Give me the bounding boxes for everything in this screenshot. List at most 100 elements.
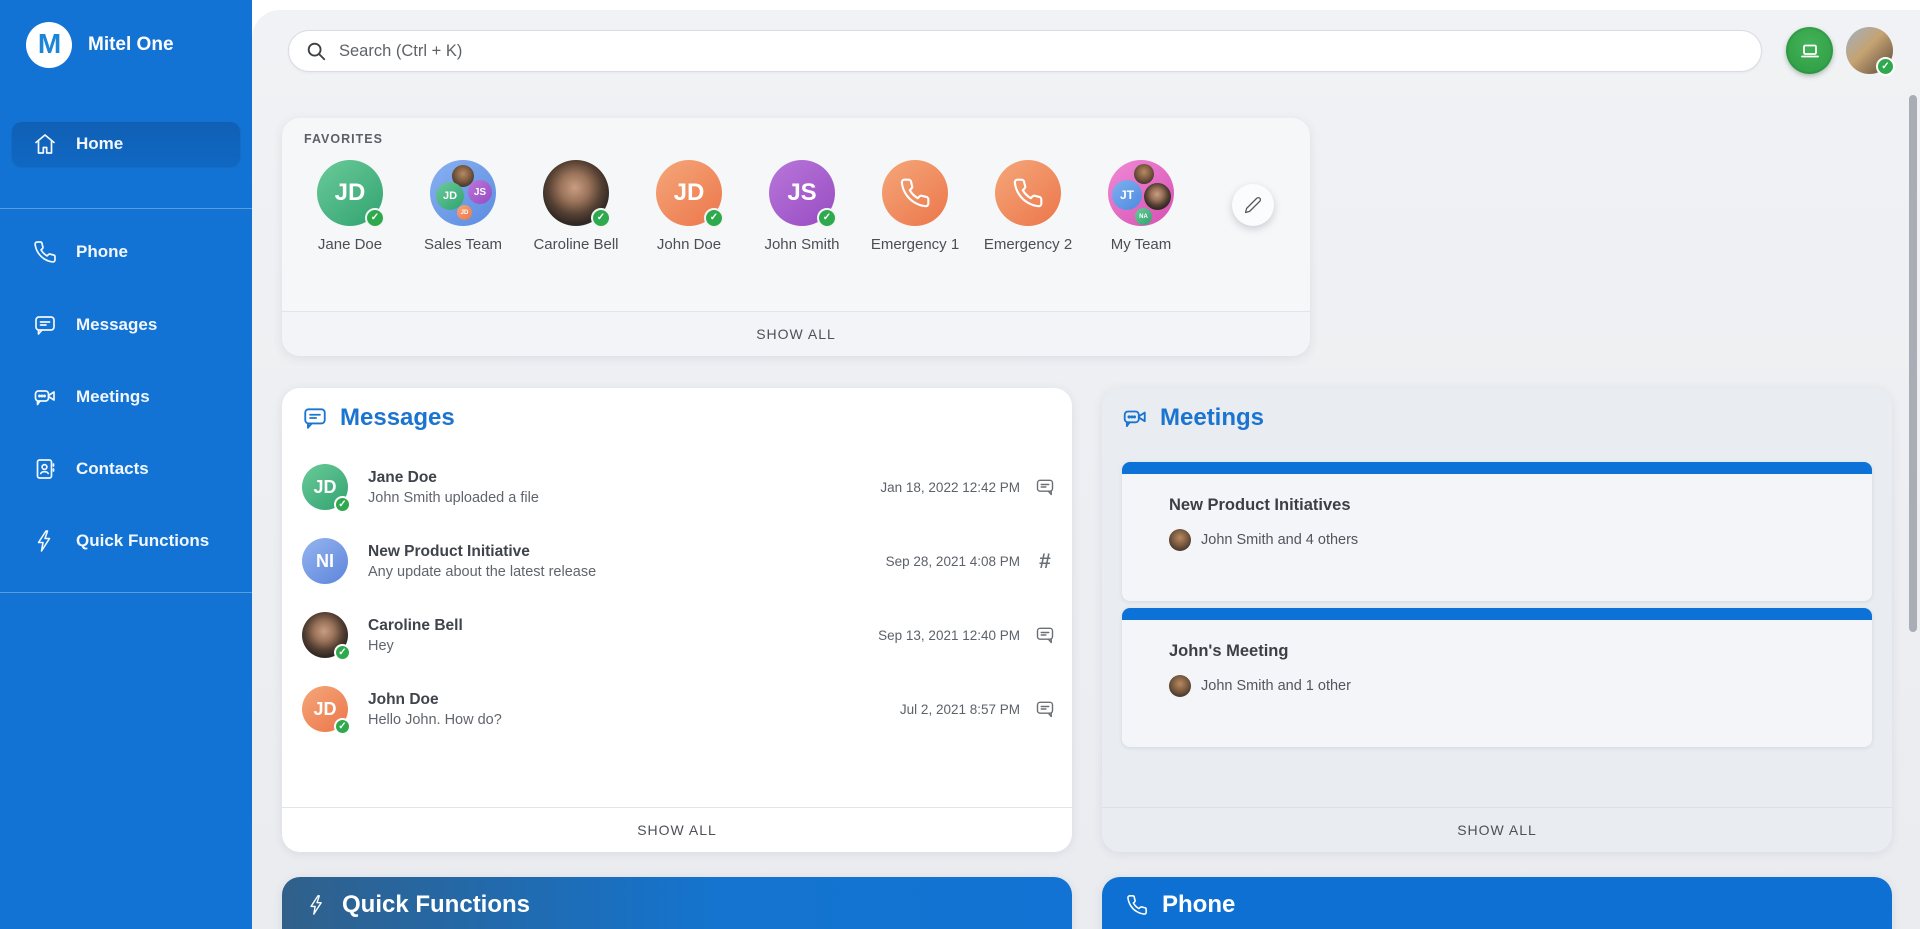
presence-badge-icon: ✓: [591, 208, 611, 228]
sidebar-item-label: Home: [76, 134, 123, 154]
favorite-my-team[interactable]: JT NA My Team: [1097, 160, 1185, 253]
photo-avatar: ✓: [543, 160, 609, 226]
favorite-emergency-1[interactable]: Emergency 1: [871, 160, 959, 253]
mini-avatar: JS: [468, 180, 492, 204]
meeting-participants: John Smith and 1 other: [1201, 678, 1351, 694]
favorite-name: John Smith: [764, 236, 839, 253]
message-sender: Caroline Bell: [368, 617, 463, 635]
meeting-accent-bar: [1122, 608, 1872, 620]
favorite-name: Emergency 2: [984, 236, 1072, 253]
favorite-name: My Team: [1111, 236, 1172, 253]
contacts-icon: [32, 456, 58, 482]
quick-functions-card: Quick Functions: [282, 877, 1072, 929]
avatar: JD ✓: [302, 464, 348, 510]
sidebar-item-home[interactable]: Home: [12, 122, 240, 166]
app-logo: M Mitel One: [0, 0, 252, 68]
sidebar-divider: [0, 592, 252, 593]
presence-badge-icon: ✓: [1876, 57, 1895, 76]
presence-badge-icon: ✓: [817, 208, 837, 228]
meetings-icon: [1122, 405, 1148, 431]
messages-show-all-button[interactable]: SHOW ALL: [282, 807, 1072, 852]
sidebar-item-contacts[interactable]: Contacts: [12, 447, 240, 491]
mitel-one-app: M Mitel One Home Phone Mess: [0, 0, 1920, 929]
quick-functions-icon: [32, 528, 58, 554]
favorite-name: Caroline Bell: [533, 236, 618, 253]
messages-card: Messages JD ✓ Jane Doe John Smith upload…: [282, 388, 1072, 852]
group-avatar: JT NA: [1108, 160, 1174, 226]
phone-icon: [32, 239, 58, 265]
quick-functions-header: Quick Functions: [282, 877, 1072, 929]
edit-favorites-button[interactable]: [1232, 184, 1274, 226]
meeting-item[interactable]: New Product Initiatives John Smith and 4…: [1122, 462, 1872, 601]
sidebar-item-label: Quick Functions: [76, 531, 209, 551]
phone-header: Phone: [1102, 877, 1892, 929]
sidebar-item-phone[interactable]: Phone: [12, 230, 240, 274]
favorite-name: Emergency 1: [871, 236, 959, 253]
meetings-card: Meetings New Product Initiatives John Sm…: [1102, 388, 1892, 852]
avatar: NI: [302, 538, 348, 584]
messages-icon: [32, 312, 58, 338]
favorite-john-doe[interactable]: JD ✓ John Doe: [645, 160, 733, 253]
sidebar-item-meetings[interactable]: Meetings: [12, 375, 240, 419]
message-timestamp: Jul 2, 2021 8:57 PM: [900, 702, 1020, 717]
quick-functions-title: Quick Functions: [342, 891, 530, 919]
phone-icon: [1126, 894, 1148, 916]
meeting-accent-bar: [1122, 462, 1872, 474]
message-preview: Any update about the latest release: [368, 564, 596, 580]
message-timestamp: Sep 28, 2021 4:08 PM: [886, 554, 1020, 569]
meetings-show-all-button[interactable]: SHOW ALL: [1102, 807, 1892, 852]
phone-title: Phone: [1162, 891, 1235, 919]
message-row[interactable]: NI New Product Initiative Any update abo…: [302, 524, 1056, 598]
mini-avatar: [1144, 183, 1171, 210]
avatar: JD ✓: [317, 160, 383, 226]
user-avatar[interactable]: ✓: [1846, 27, 1893, 74]
sidebar-item-label: Messages: [76, 315, 157, 335]
favorite-name: Sales Team: [424, 236, 502, 253]
sidebar-item-messages[interactable]: Messages: [12, 303, 240, 347]
meeting-item[interactable]: John's Meeting John Smith and 1 other: [1122, 608, 1872, 747]
favorite-john-smith[interactable]: JS ✓ John Smith: [758, 160, 846, 253]
participant-avatar: [1169, 675, 1191, 697]
channel-hash-icon: #: [1034, 551, 1056, 572]
meetings-header: Meetings: [1122, 404, 1264, 432]
message-sender: John Doe: [368, 691, 502, 709]
photo-avatar: ✓: [302, 612, 348, 658]
favorite-jane-doe[interactable]: JD ✓ Jane Doe: [306, 160, 394, 253]
message-row[interactable]: JD ✓ John Doe Hello John. How do? Jul 2,…: [302, 672, 1056, 746]
message-row[interactable]: JD ✓ Jane Doe John Smith uploaded a file…: [302, 450, 1056, 524]
favorite-emergency-2[interactable]: Emergency 2: [984, 160, 1072, 253]
avatar: JD ✓: [302, 686, 348, 732]
phone-avatar: [995, 160, 1061, 226]
search-input[interactable]: [339, 42, 1745, 61]
presence-badge-icon: ✓: [334, 718, 351, 735]
messages-header: Messages: [302, 404, 455, 432]
sidebar-item-label: Phone: [76, 242, 128, 262]
device-button[interactable]: [1786, 27, 1833, 74]
sidebar-item-label: Contacts: [76, 459, 149, 479]
message-timestamp: Sep 13, 2021 12:40 PM: [878, 628, 1020, 643]
quick-functions-icon: [306, 894, 328, 916]
main-content: ✓ FAVORITES JD ✓ Jane Doe JD JS: [252, 10, 1920, 929]
message-preview: John Smith uploaded a file: [368, 490, 539, 506]
chat-bubble-icon: [1034, 699, 1056, 719]
meetings-title: Meetings: [1160, 404, 1264, 432]
home-icon: [32, 131, 58, 157]
group-avatar: JD JS JD: [430, 160, 496, 226]
phone-icon: [899, 177, 931, 209]
mini-avatar: JD: [457, 205, 472, 220]
phone-icon: [1012, 177, 1044, 209]
favorite-name: Jane Doe: [318, 236, 382, 253]
sidebar-item-quick-functions[interactable]: Quick Functions: [12, 519, 240, 563]
scrollbar-thumb[interactable]: [1909, 95, 1917, 632]
favorite-name: John Doe: [657, 236, 721, 253]
chat-bubble-icon: [1034, 625, 1056, 645]
favorite-caroline-bell[interactable]: ✓ Caroline Bell: [532, 160, 620, 253]
phone-avatar: [882, 160, 948, 226]
favorites-show-all-button[interactable]: SHOW ALL: [282, 311, 1310, 356]
mini-avatar: NA: [1135, 208, 1152, 225]
presence-badge-icon: ✓: [334, 496, 351, 513]
message-timestamp: Jan 18, 2022 12:42 PM: [880, 480, 1020, 495]
laptop-icon: [1798, 39, 1822, 63]
message-row[interactable]: ✓ Caroline Bell Hey Sep 13, 2021 12:40 P…: [302, 598, 1056, 672]
favorite-sales-team[interactable]: JD JS JD Sales Team: [419, 160, 507, 253]
